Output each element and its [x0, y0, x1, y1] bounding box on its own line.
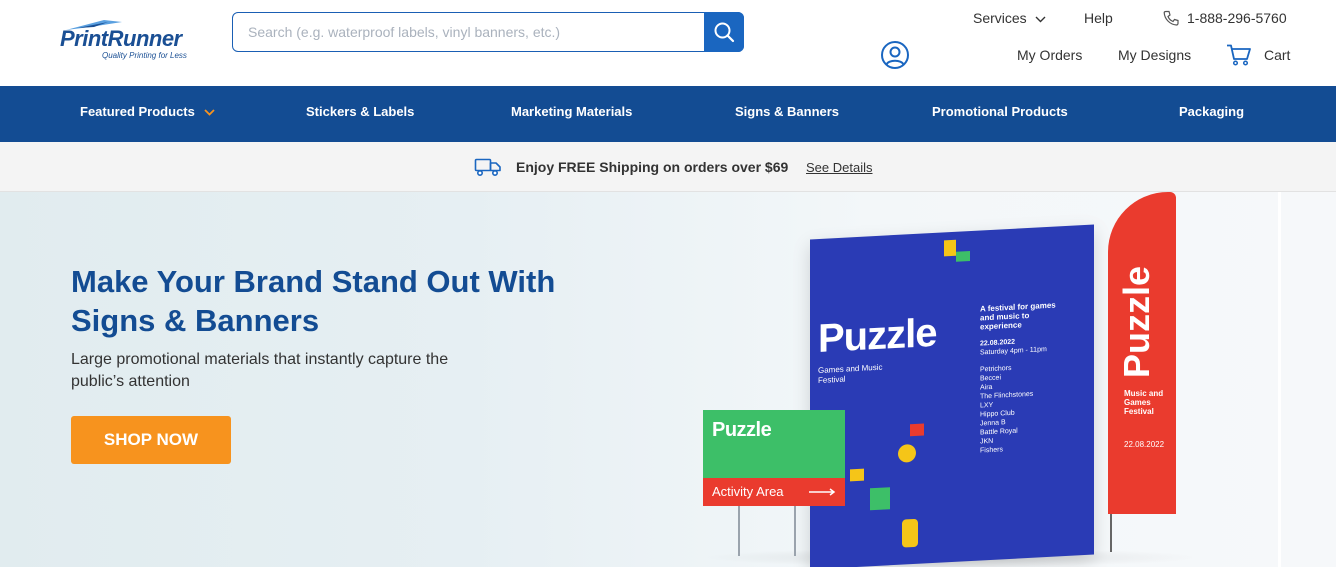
board-subtitle: Games and Music Festival [818, 362, 883, 386]
flag-details: Music and Games Festival 22.08.2022 [1124, 389, 1174, 449]
shipping-text: Enjoy FREE Shipping on orders over $69 [516, 159, 789, 175]
puzzle-piece-shape [956, 251, 970, 262]
services-label: Services [973, 10, 1027, 26]
puzzle-piece-shape [910, 423, 924, 437]
search-button[interactable] [704, 12, 744, 52]
cart-link[interactable]: Cart [1264, 47, 1290, 63]
phone-icon [1163, 10, 1179, 26]
nav-item-featured-products[interactable]: Featured Products [80, 86, 216, 142]
hero-subtitle: Large promotional materials that instant… [71, 351, 449, 390]
board-details: A festival for games and music to experi… [980, 300, 1070, 456]
backdrop-display-image: Puzzle Games and Music Festival A festiv… [810, 224, 1094, 567]
yard-sign-stake [794, 506, 796, 556]
yard-sign-banner-text: Activity Area [712, 484, 784, 499]
yard-sign-stake [738, 506, 740, 556]
cart-icon[interactable] [1226, 44, 1252, 66]
search-bar [232, 12, 744, 52]
puzzle-piece-shape [944, 239, 956, 257]
flag-title: Puzzle [1116, 265, 1157, 378]
nav-item-stickers-labels[interactable]: Stickers & Labels [306, 86, 414, 142]
account-icon[interactable] [880, 40, 910, 70]
see-details-link[interactable]: See Details [806, 160, 872, 175]
arrow-right-icon [809, 488, 836, 496]
board-tagline: A festival for games and music to experi… [980, 300, 1056, 332]
nav-item-promotional-products[interactable]: Promotional Products [932, 86, 1068, 142]
hero-title: Make Your Brand Stand Out With Signs & B… [71, 264, 556, 338]
nav-item-label: Featured Products [80, 104, 195, 119]
my-orders-link[interactable]: My Orders [1017, 47, 1082, 63]
main-nav: Featured Products Stickers & Labels Mark… [0, 86, 1336, 142]
site-header: PrintRunner Quality Printing for Less Se… [0, 0, 1336, 86]
chevron-down-icon [1035, 16, 1046, 23]
truck-icon [474, 158, 501, 177]
my-designs-link[interactable]: My Designs [1118, 47, 1191, 63]
yard-sign-image: Puzzle Activity Area [703, 410, 845, 506]
services-menu[interactable]: Services [973, 10, 1046, 26]
shop-now-button[interactable]: SHOP NOW [71, 416, 231, 464]
hero-edge-divider [1278, 192, 1281, 567]
hero-banner: Make Your Brand Stand Out With Signs & B… [0, 192, 1336, 567]
puzzle-piece-shape [870, 487, 890, 511]
board-title: Puzzle [818, 310, 937, 362]
phone-number[interactable]: 1-888-296-5760 [1187, 10, 1287, 26]
logo-text: PrintRunner [60, 26, 182, 51]
help-link[interactable]: Help [1084, 10, 1113, 26]
yard-sign-title: Puzzle [712, 419, 772, 441]
nav-item-marketing-materials[interactable]: Marketing Materials [511, 86, 632, 142]
printrunner-logo[interactable]: PrintRunner Quality Printing for Less [58, 18, 208, 64]
nav-item-packaging[interactable]: Packaging [1179, 86, 1244, 142]
shipping-banner: Enjoy FREE Shipping on orders over $69 S… [0, 142, 1336, 192]
vinyl-record-shape [898, 443, 916, 463]
chevron-down-icon [204, 109, 216, 116]
puzzle-piece-shape [850, 468, 864, 482]
logo-tagline: Quality Printing for Less [102, 51, 187, 60]
search-icon [714, 22, 735, 43]
yard-sign-banner: Activity Area [703, 478, 845, 506]
nav-item-signs-banners[interactable]: Signs & Banners [735, 86, 839, 142]
guitar-shape [902, 518, 918, 548]
flag-subtitle: Music and Games Festival [1124, 389, 1164, 416]
search-input[interactable] [233, 13, 705, 51]
flag-date: 22.08.2022 [1124, 440, 1165, 449]
